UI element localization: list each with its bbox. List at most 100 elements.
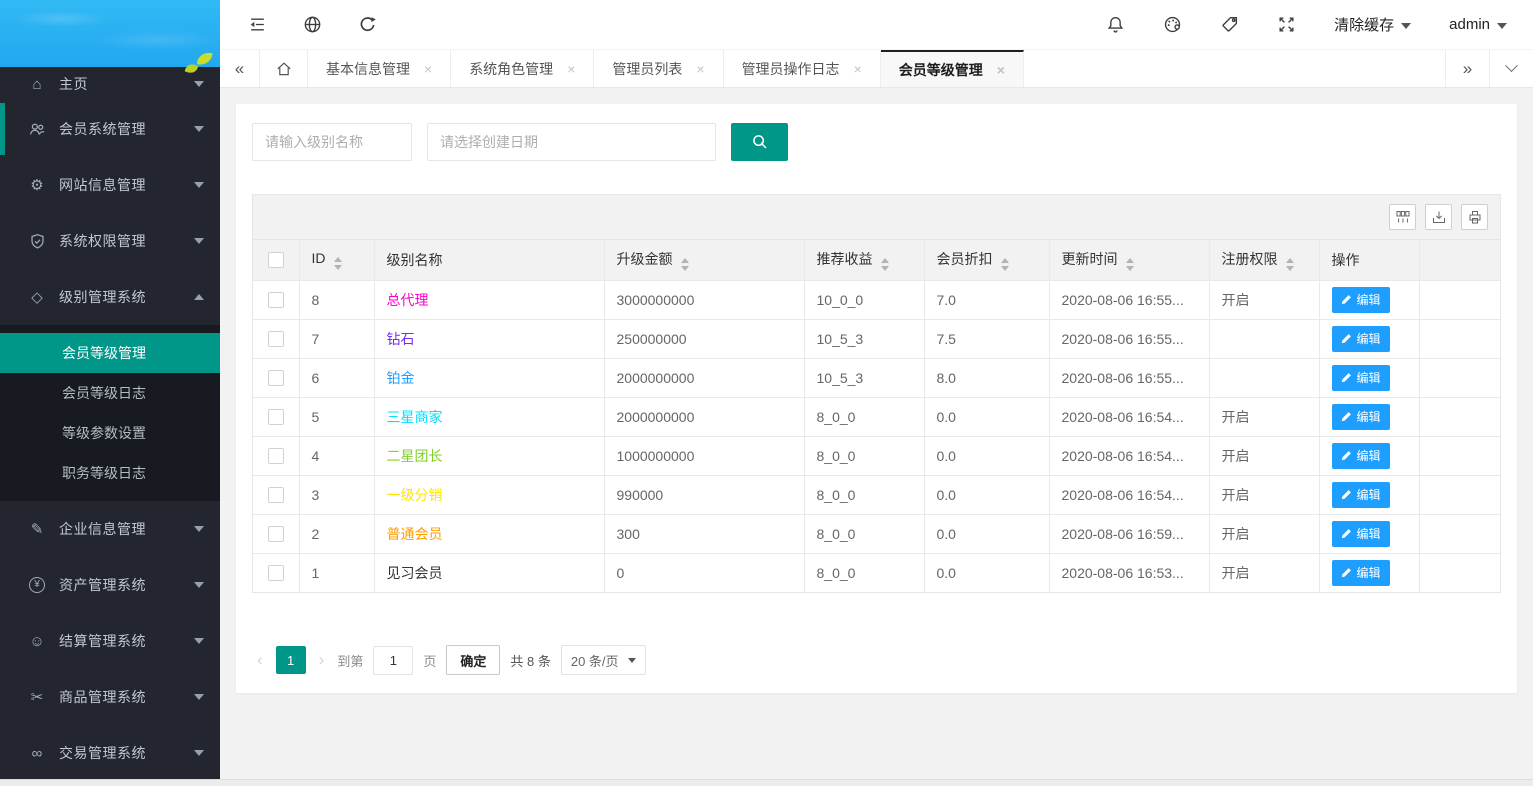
close-icon[interactable]: × bbox=[567, 61, 575, 77]
level-name-link[interactable]: 钻石 bbox=[387, 331, 415, 347]
row-checkbox[interactable] bbox=[268, 448, 284, 464]
level-name-link[interactable]: 普通会员 bbox=[387, 526, 443, 542]
pagination: ‹ 1 › 到第 页 确定 共 8 条 20 条/页 bbox=[252, 645, 1501, 675]
level-name-link[interactable]: 总代理 bbox=[387, 292, 429, 308]
tab[interactable]: 管理员操作日志× bbox=[724, 50, 881, 87]
column-header[interactable]: 会员折扣 bbox=[924, 240, 1049, 280]
close-icon[interactable]: × bbox=[854, 61, 862, 77]
tab[interactable]: 管理员列表× bbox=[594, 50, 723, 87]
search-button[interactable] bbox=[731, 123, 788, 161]
export-button[interactable] bbox=[1425, 204, 1452, 230]
goto-page-input[interactable] bbox=[373, 646, 413, 675]
column-header[interactable]: ID bbox=[299, 240, 374, 280]
tab-home[interactable] bbox=[260, 50, 308, 87]
column-label: 更新时间 bbox=[1062, 251, 1118, 267]
level-name-input[interactable] bbox=[252, 123, 412, 161]
globe-icon[interactable] bbox=[303, 15, 322, 34]
per-page-select[interactable]: 20 条/页 bbox=[561, 645, 646, 675]
row-checkbox[interactable] bbox=[268, 292, 284, 308]
row-checkbox[interactable] bbox=[268, 487, 284, 503]
edit-button[interactable]: 编辑 bbox=[1332, 560, 1390, 586]
prev-page-button[interactable]: ‹ bbox=[254, 650, 266, 670]
horizontal-scrollbar[interactable] bbox=[0, 779, 1533, 786]
tag-icon[interactable] bbox=[1220, 15, 1239, 34]
sidebar-item[interactable]: ✂商品管理系统 bbox=[0, 669, 220, 725]
current-page-button[interactable]: 1 bbox=[276, 646, 306, 674]
cell-id: 1 bbox=[299, 553, 374, 592]
confirm-page-button[interactable]: 确定 bbox=[446, 645, 500, 675]
level-name-link[interactable]: 三星商家 bbox=[387, 409, 443, 425]
tabs-menu-button[interactable] bbox=[1489, 50, 1533, 87]
edit-button[interactable]: 编辑 bbox=[1332, 326, 1390, 352]
sidebar-subitem[interactable]: 等级参数设置 bbox=[0, 413, 220, 453]
level-name-link[interactable]: 见习会员 bbox=[387, 565, 443, 581]
filler-cell bbox=[1419, 436, 1500, 475]
sidebar-subitem[interactable]: 职务等级日志 bbox=[0, 453, 220, 493]
filter-columns-button[interactable] bbox=[1389, 204, 1416, 230]
scissors-icon: ✂ bbox=[26, 688, 48, 706]
fullscreen-icon[interactable] bbox=[1277, 15, 1296, 34]
table-row: 5三星商家20000000008_0_00.02020-08-06 16:54.… bbox=[253, 397, 1500, 436]
column-header[interactable]: 注册权限 bbox=[1209, 240, 1319, 280]
sidebar-subitem[interactable]: 会员等级管理 bbox=[0, 333, 220, 373]
close-icon[interactable]: × bbox=[424, 61, 432, 77]
close-icon[interactable]: × bbox=[997, 62, 1005, 78]
sort-icon[interactable] bbox=[334, 257, 342, 270]
level-name-link[interactable]: 铂金 bbox=[387, 370, 415, 386]
tab[interactable]: 系统角色管理× bbox=[451, 50, 594, 87]
sort-icon[interactable] bbox=[881, 258, 889, 271]
row-checkbox[interactable] bbox=[268, 370, 284, 386]
column-header: 级别名称 bbox=[374, 240, 604, 280]
edit-button[interactable]: 编辑 bbox=[1332, 365, 1390, 391]
column-header[interactable]: 推荐收益 bbox=[804, 240, 924, 280]
row-checkbox[interactable] bbox=[268, 331, 284, 347]
sidebar-item[interactable]: ✎企业信息管理 bbox=[0, 501, 220, 557]
tabs-scroll-right-button[interactable]: » bbox=[1445, 50, 1489, 87]
user-dropdown[interactable]: admin bbox=[1449, 16, 1507, 33]
bell-icon[interactable] bbox=[1106, 15, 1125, 34]
edit-button[interactable]: 编辑 bbox=[1332, 482, 1390, 508]
sort-icon[interactable] bbox=[681, 258, 689, 271]
sidebar-item[interactable]: ∞交易管理系统 bbox=[0, 725, 220, 781]
tab[interactable]: 会员等级管理 × bbox=[881, 50, 1024, 87]
sidebar-item[interactable]: ⚙网站信息管理 bbox=[0, 157, 220, 213]
create-date-input[interactable] bbox=[427, 123, 716, 161]
select-all-checkbox[interactable] bbox=[268, 252, 284, 268]
edit-button[interactable]: 编辑 bbox=[1332, 287, 1390, 313]
cell-referral-income: 8_0_0 bbox=[804, 553, 924, 592]
tab[interactable]: 基本信息管理× bbox=[308, 50, 451, 87]
collapse-sidebar-icon[interactable] bbox=[248, 15, 267, 34]
tabs-scroll-left-button[interactable]: « bbox=[220, 50, 260, 87]
column-header[interactable]: 升级金额 bbox=[604, 240, 804, 280]
sidebar-item[interactable]: 会员系统管理 bbox=[0, 101, 220, 157]
chevron-down-icon bbox=[194, 750, 204, 756]
chevron-down-icon bbox=[1497, 23, 1507, 29]
clear-cache-dropdown[interactable]: 清除缓存 bbox=[1334, 14, 1411, 35]
row-checkbox[interactable] bbox=[268, 409, 284, 425]
sort-icon[interactable] bbox=[1286, 258, 1294, 271]
row-checkbox[interactable] bbox=[268, 526, 284, 542]
sidebar-item[interactable]: 系统权限管理 bbox=[0, 213, 220, 269]
edit-button[interactable]: 编辑 bbox=[1332, 443, 1390, 469]
row-checkbox[interactable] bbox=[268, 565, 284, 581]
close-icon[interactable]: × bbox=[696, 61, 704, 77]
sort-icon[interactable] bbox=[1001, 258, 1009, 271]
sidebar-item[interactable]: ◇级别管理系统 bbox=[0, 269, 220, 325]
refresh-icon[interactable] bbox=[358, 15, 377, 34]
sort-icon[interactable] bbox=[1126, 258, 1134, 271]
sidebar-subitem[interactable]: 会员等级日志 bbox=[0, 373, 220, 413]
cell-id: 3 bbox=[299, 475, 374, 514]
sidebar-item[interactable]: ¥资产管理系统 bbox=[0, 557, 220, 613]
edit-button[interactable]: 编辑 bbox=[1332, 404, 1390, 430]
sidebar-item-label: 系统权限管理 bbox=[59, 231, 194, 251]
level-name-link[interactable]: 一级分销 bbox=[387, 487, 443, 503]
column-header[interactable]: 更新时间 bbox=[1049, 240, 1209, 280]
sidebar-item[interactable]: ☺结算管理系统 bbox=[0, 613, 220, 669]
print-button[interactable] bbox=[1461, 204, 1488, 230]
theme-palette-icon[interactable] bbox=[1163, 15, 1182, 34]
filler-cell bbox=[1419, 553, 1500, 592]
edit-button[interactable]: 编辑 bbox=[1332, 521, 1390, 547]
next-page-button[interactable]: › bbox=[316, 650, 328, 670]
level-name-link[interactable]: 二星团长 bbox=[387, 448, 443, 464]
tab-label: 会员等级管理 bbox=[899, 60, 983, 80]
